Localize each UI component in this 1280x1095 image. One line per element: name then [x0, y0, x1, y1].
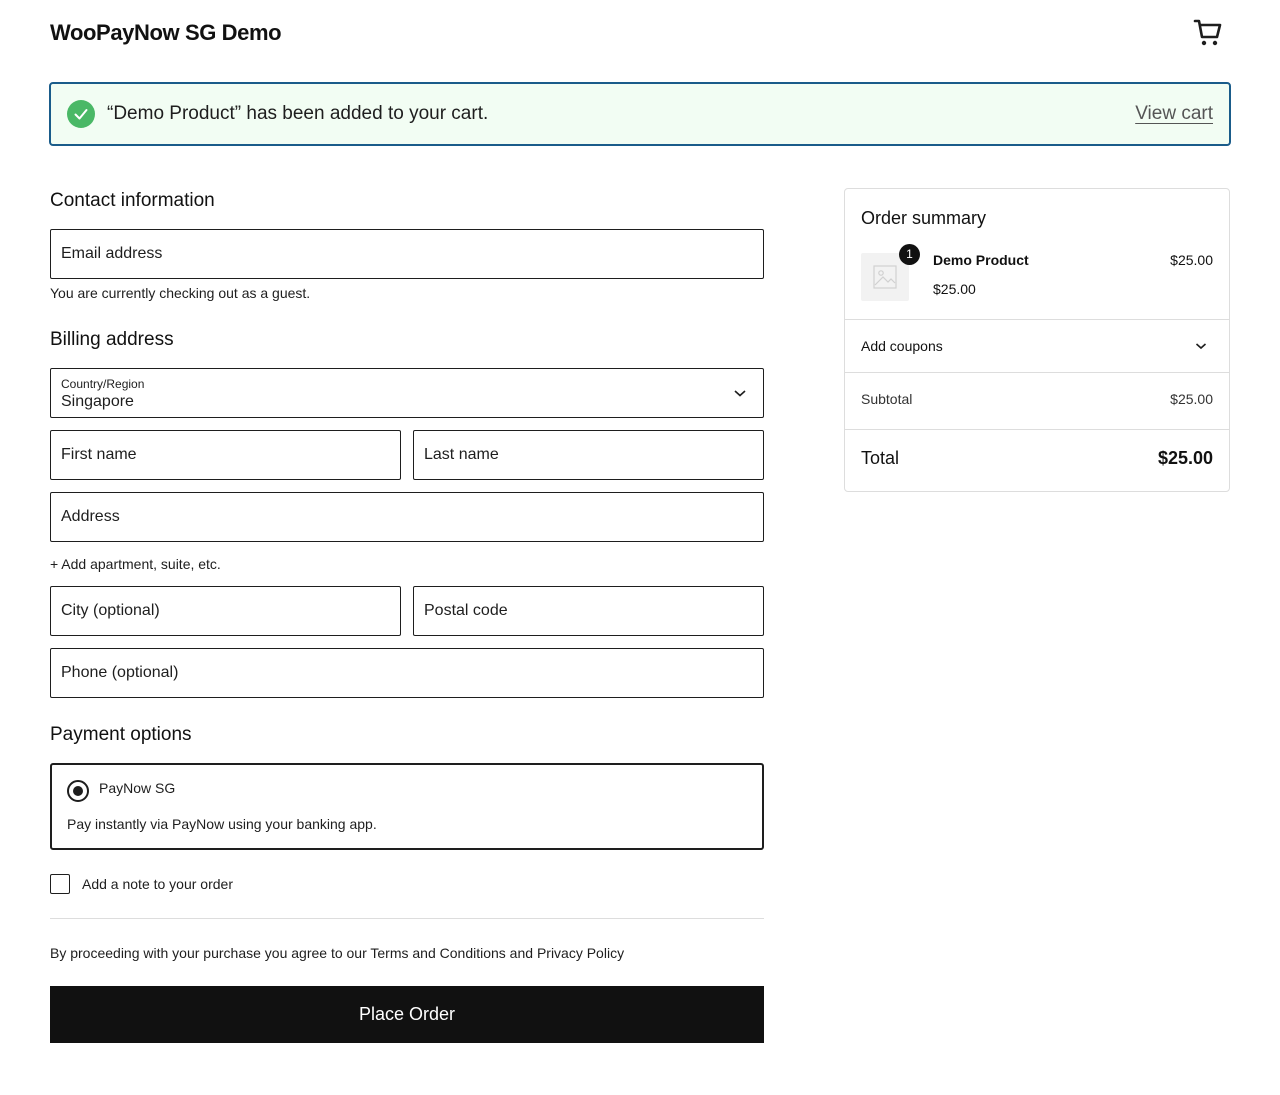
chevron-down-icon — [734, 390, 746, 397]
payment-method-label: PayNow SG — [99, 780, 176, 796]
order-note-label[interactable]: Add a note to your order — [82, 876, 233, 892]
product-line-total: $25.00 — [1170, 252, 1213, 268]
add-apartment-link[interactable]: + Add apartment, suite, etc. — [50, 556, 221, 572]
site-title[interactable]: WooPayNow SG Demo — [50, 20, 282, 46]
total-label: Total — [861, 448, 900, 468]
add-coupons-label: Add coupons — [861, 338, 943, 354]
summary-divider — [845, 372, 1229, 373]
city-placeholder: City (optional) — [61, 602, 160, 619]
phone-field[interactable]: Phone (optional) — [50, 648, 764, 698]
order-summary-title: Order summary — [861, 208, 987, 228]
cart-button[interactable] — [1192, 16, 1224, 48]
add-coupons-toggle[interactable]: Add coupons — [845, 320, 1229, 373]
order-summary: Order summary 1 Demo Product $25.00 $25.… — [844, 188, 1230, 492]
terms-prefix: By proceeding with your purchase you agr… — [50, 945, 371, 961]
check-circle-icon — [67, 100, 95, 128]
cart-icon — [1193, 19, 1222, 46]
billing-section-title: Billing address — [50, 329, 174, 350]
chevron-down-icon — [1195, 343, 1207, 350]
product-unit-price: $25.00 — [933, 281, 976, 297]
site-header: WooPayNow SG Demo — [50, 18, 1230, 48]
payment-method-description: Pay instantly via PayNow using your bank… — [67, 816, 377, 832]
address-placeholder: Address — [61, 508, 120, 525]
divider — [50, 918, 764, 919]
postal-code-placeholder: Postal code — [424, 602, 508, 619]
radio-selected-dot — [73, 786, 83, 796]
terms-and: and — [505, 945, 537, 961]
first-name-placeholder: First name — [61, 446, 137, 463]
country-select[interactable]: Country/Region Singapore — [50, 368, 764, 418]
email-placeholder: Email address — [61, 245, 163, 262]
order-note-checkbox[interactable] — [50, 874, 70, 894]
guest-note: You are currently checking out as a gues… — [50, 285, 311, 301]
subtotal-label: Subtotal — [861, 391, 913, 407]
contact-section-title: Contact information — [50, 190, 215, 211]
subtotal-value: $25.00 — [1170, 391, 1213, 407]
total-value: $25.00 — [1157, 448, 1213, 468]
first-name-field[interactable]: First name — [50, 430, 401, 480]
payment-method-paynow[interactable]: PayNow SG Pay instantly via PayNow using… — [50, 763, 764, 850]
last-name-placeholder: Last name — [424, 446, 499, 463]
country-value: Singapore — [61, 393, 134, 410]
paynow-radio[interactable] — [67, 780, 89, 802]
address-field[interactable]: Address — [50, 492, 764, 542]
city-field[interactable]: City (optional) — [50, 586, 401, 636]
quantity-badge: 1 — [899, 244, 920, 265]
product-name: Demo Product — [933, 252, 1029, 268]
cart-notice: “Demo Product” has been added to your ca… — [49, 82, 1231, 146]
payment-section-title: Payment options — [50, 724, 192, 745]
place-order-button[interactable]: Place Order — [50, 986, 764, 1043]
notice-message: “Demo Product” has been added to your ca… — [107, 103, 489, 124]
last-name-field[interactable]: Last name — [413, 430, 764, 480]
email-field[interactable]: Email address — [50, 229, 764, 279]
terms-text: By proceeding with your purchase you agr… — [50, 945, 624, 961]
country-label: Country/Region — [61, 377, 145, 391]
view-cart-link[interactable]: View cart — [1135, 103, 1213, 125]
summary-divider — [845, 429, 1229, 430]
terms-link[interactable]: Terms and Conditions — [370, 945, 505, 961]
privacy-link[interactable]: Privacy Policy — [537, 945, 624, 961]
phone-placeholder: Phone (optional) — [61, 664, 179, 681]
postal-code-field[interactable]: Postal code — [413, 586, 764, 636]
